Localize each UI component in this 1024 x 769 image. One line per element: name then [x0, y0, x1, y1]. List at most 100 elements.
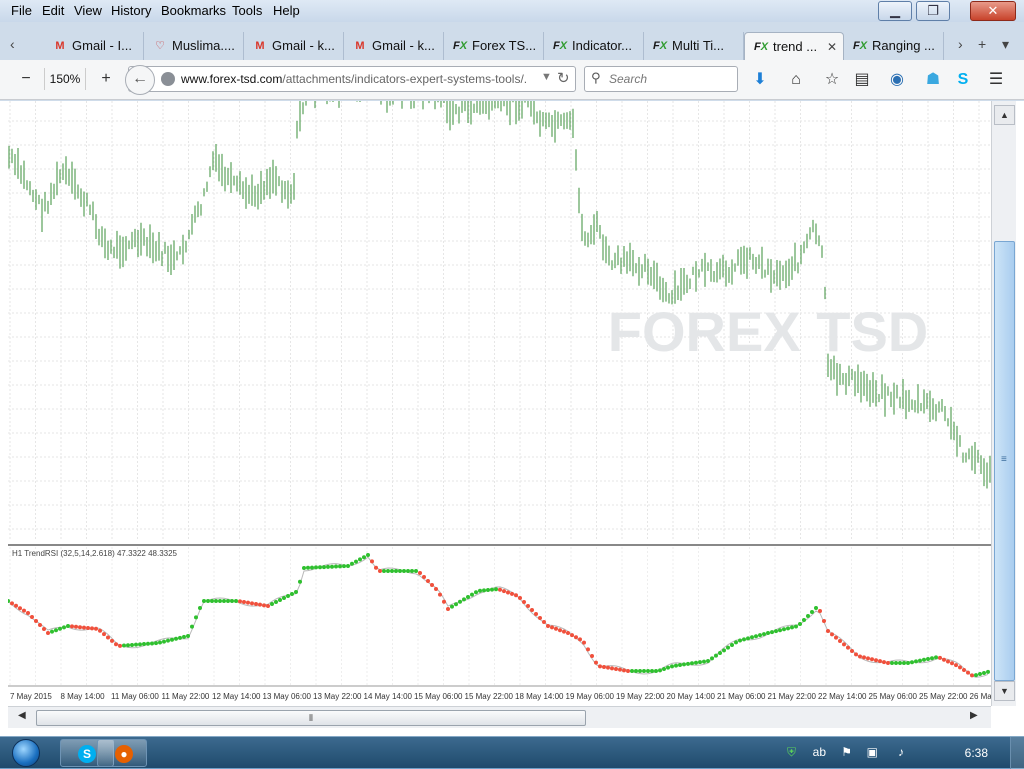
zoom-out-button[interactable]: −	[16, 70, 36, 88]
tab-label: Multi Ti...	[672, 38, 725, 53]
download-icon[interactable]: ⬇	[748, 68, 772, 92]
tab-list-icon[interactable]: ▾	[1002, 36, 1009, 53]
tab-4[interactable]: M Gmail - k...	[344, 32, 444, 60]
tab-8[interactable]: FX trend ... ✕	[744, 32, 844, 60]
rsi-dot-down	[18, 606, 22, 611]
rsi-dot-down	[506, 590, 510, 595]
rsi-dot-down	[862, 655, 866, 660]
tab-label: Indicator...	[572, 38, 632, 53]
scroll-up-icon[interactable]: ▲	[994, 105, 1015, 125]
rsi-dot-up	[274, 600, 278, 604]
rsi-dot-up	[686, 661, 690, 666]
rsi-dot-up	[650, 669, 654, 673]
rsi-dot-up	[362, 555, 366, 560]
show-desktop-button[interactable]	[1010, 737, 1024, 769]
x-tick-label: 22 May 14:00	[818, 692, 867, 701]
tab-3[interactable]: M Gmail - k...	[244, 32, 344, 60]
menu-view[interactable]: View	[74, 3, 102, 18]
rsi-dot-down	[522, 600, 526, 604]
back-arrow-icon[interactable]: ←	[125, 65, 155, 95]
clock[interactable]: 6:38	[965, 746, 988, 760]
language-icon[interactable]: ab	[813, 745, 826, 759]
bookmark-star-icon[interactable]: ☆	[820, 68, 844, 92]
horizontal-scroll-thumb[interactable]: ⦀	[36, 710, 586, 726]
menu-help[interactable]: Help	[273, 3, 300, 18]
rsi-dot-up	[490, 587, 494, 592]
tabs-scroll-left-icon[interactable]: ‹	[10, 36, 15, 52]
vertical-scroll-thumb[interactable]: ≡	[994, 241, 1015, 681]
rsi-dot-up	[730, 643, 734, 647]
menu-history[interactable]: History	[111, 3, 151, 18]
rsi-dot-down	[822, 619, 826, 623]
menu-bookmarks[interactable]: Bookmarks	[161, 3, 226, 18]
tab-2[interactable]: ♡ Muslima....	[144, 32, 244, 60]
rsi-dot-up	[186, 634, 190, 638]
close-tab-icon[interactable]: ✕	[827, 40, 837, 54]
tab-1[interactable]: M Gmail - I...	[44, 32, 144, 60]
tab-9[interactable]: FX Ranging ...	[844, 32, 944, 60]
rsi-dot-down	[74, 624, 78, 629]
volume-icon[interactable]: ♪	[898, 745, 904, 759]
hamburger-menu-icon[interactable]: ☰	[984, 68, 1008, 92]
zoom-level[interactable]: 150%	[44, 68, 86, 90]
close-button[interactable]: ✕	[970, 1, 1016, 21]
menu-tools[interactable]: Tools	[232, 3, 262, 18]
heart-icon: ♡	[155, 40, 165, 52]
reload-icon[interactable]: ↻	[557, 69, 570, 87]
vertical-scrollbar[interactable]: ▲ ≡ ▼	[991, 101, 1016, 706]
tab-6[interactable]: FX Indicator...	[544, 32, 644, 60]
horizontal-scrollbar[interactable]: ◀ ⦀ ▶	[8, 706, 991, 728]
rsi-dot-up	[934, 655, 938, 660]
url-bar[interactable]: ← www.forex-tsd.com/attachments/indicato…	[125, 65, 576, 95]
new-tab-icon[interactable]: +	[978, 36, 986, 52]
tab-5[interactable]: FX Forex TS...	[444, 32, 544, 60]
menu-edit[interactable]: Edit	[42, 3, 64, 18]
url-text[interactable]: www.forex-tsd.com/attachments/indicators…	[181, 72, 526, 86]
rsi-dot-down	[966, 670, 970, 675]
rsi-dot-up	[794, 624, 798, 629]
menu-file[interactable]: File	[11, 3, 32, 18]
rsi-dot-down	[558, 628, 562, 633]
rsi-dot-up	[190, 624, 194, 629]
start-button[interactable]	[4, 737, 44, 769]
rsi-dot-up	[474, 590, 478, 595]
scroll-down-icon[interactable]: ▼	[994, 681, 1015, 701]
tab-7[interactable]: FX Multi Ti...	[644, 32, 744, 60]
rsi-dot-down	[590, 654, 594, 658]
rsi-dot-up	[146, 641, 150, 646]
rsi-dot-down	[954, 663, 958, 668]
reading-list-icon[interactable]: ▤	[850, 68, 874, 92]
zoom-in-button[interactable]: +	[96, 70, 116, 88]
rsi-dot-up	[214, 599, 218, 603]
skype-icon[interactable]: S	[951, 68, 975, 92]
scroll-left-icon[interactable]: ◀	[18, 710, 26, 721]
rsi-dot-up	[986, 669, 990, 674]
rsi-dot-down	[14, 603, 18, 608]
pocket-icon[interactable]: ◉	[885, 68, 909, 92]
rsi-dot-up	[718, 651, 722, 655]
home-icon[interactable]: ⌂	[784, 68, 808, 92]
chevron-down-icon[interactable]: ▼	[541, 71, 552, 83]
rsi-dot-down	[850, 649, 854, 653]
x-tick-label: 13 May 06:00	[263, 692, 312, 701]
price-chart: FOREX TSD H1 TrendRSI (32,5,14,2.618) 47…	[8, 101, 991, 706]
rsi-dot-down	[882, 660, 886, 665]
search-input[interactable]: ⚲ Search	[584, 66, 738, 92]
network-icon[interactable]: ▣	[867, 745, 878, 759]
rsi-dot-up	[798, 622, 802, 626]
minimize-button[interactable]: ▁	[878, 1, 912, 21]
maximize-button[interactable]: ❐	[916, 1, 950, 21]
tabs-scroll-right-icon[interactable]: ›	[958, 36, 963, 52]
rsi-dot-down	[510, 591, 514, 596]
ghost-addon-icon[interactable]: ☗	[921, 68, 945, 92]
security-shield-icon[interactable]: ⛨	[787, 745, 796, 760]
rsi-dot-up	[142, 642, 146, 647]
action-center-flag-icon[interactable]: ⚑	[841, 745, 852, 759]
taskbar-firefox[interactable]: ●	[97, 739, 147, 767]
rsi-dot-up	[194, 615, 198, 620]
rsi-dot-up	[282, 596, 286, 600]
rsi-dot-down	[534, 612, 538, 616]
scroll-right-icon[interactable]: ▶	[970, 710, 978, 721]
rsi-dot-up	[298, 579, 302, 584]
rsi-dot-down	[626, 669, 630, 673]
